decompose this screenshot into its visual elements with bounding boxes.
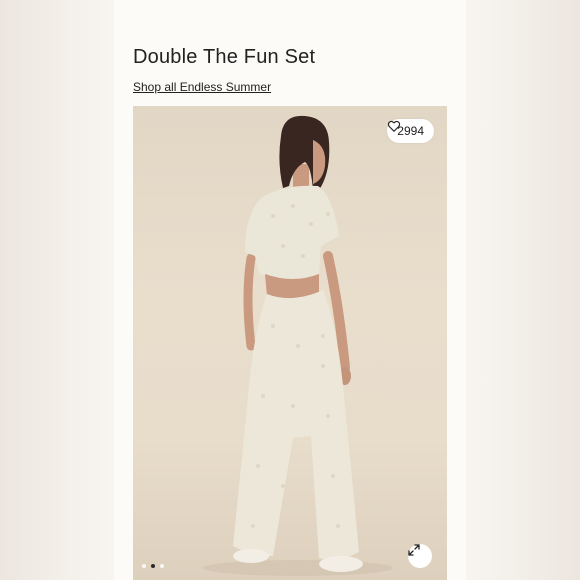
product-title: Double The Fun Set xyxy=(133,46,316,68)
like-count: 2994 xyxy=(397,124,424,138)
expand-image-button[interactable] xyxy=(408,544,432,568)
background-blur-left xyxy=(0,0,114,580)
carousel-dot-1[interactable] xyxy=(142,564,146,568)
product-photo xyxy=(203,115,393,576)
shop-collection-link[interactable]: Shop all Endless Summer xyxy=(133,80,271,94)
carousel-dot-2[interactable] xyxy=(151,564,155,568)
product-image-gallery[interactable]: 2994 xyxy=(133,106,447,580)
carousel-dot-3[interactable] xyxy=(160,564,164,568)
carousel-pagination xyxy=(142,564,164,568)
background-blur-right xyxy=(466,0,580,580)
product-page: Double The Fun Set Shop all Endless Summ… xyxy=(114,0,466,580)
expand-icon xyxy=(408,544,420,556)
like-button[interactable]: 2994 xyxy=(387,119,434,143)
heart-icon xyxy=(388,120,401,132)
